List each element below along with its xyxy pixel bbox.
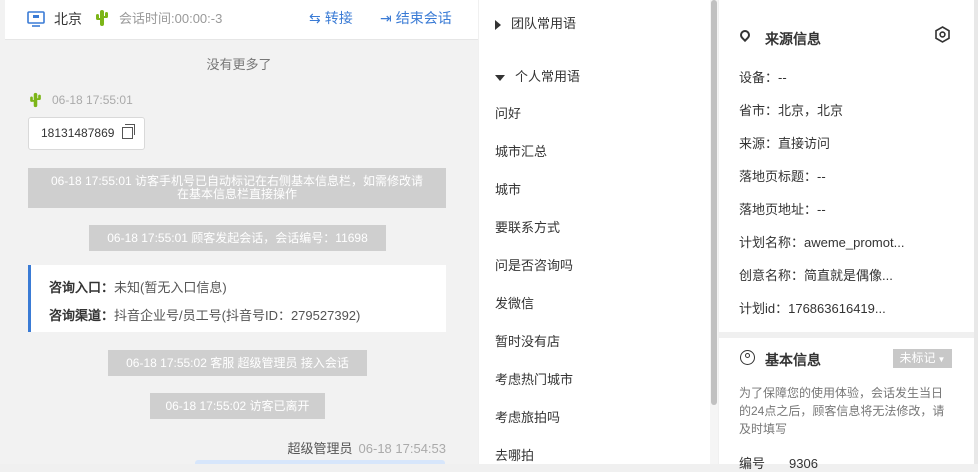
exit-icon: ⇥ bbox=[380, 10, 392, 26]
caret-down-icon bbox=[495, 74, 505, 81]
phrase-item[interactable]: 去哪拍 bbox=[495, 445, 534, 464]
landing-url-field: 落地页地址：-- bbox=[739, 202, 826, 217]
phone-message-bubble: 18131487869 bbox=[28, 117, 145, 150]
system-notice-line: 在基本信息栏直接操作 bbox=[176, 187, 297, 201]
phrase-item[interactable]: 城市汇总 bbox=[495, 141, 547, 160]
agent-name: 超级管理员 bbox=[287, 441, 353, 456]
phrase-item[interactable]: 城市 bbox=[495, 179, 521, 198]
visitor-avatar-icon bbox=[30, 92, 41, 108]
agent-message-bubble bbox=[195, 460, 445, 464]
landing-title-field: 落地页标题：-- bbox=[739, 169, 826, 184]
phone-number: 18131487869 bbox=[41, 126, 115, 140]
phrase-item[interactable]: 问是否咨询吗 bbox=[495, 255, 573, 274]
system-notice-visitor-left: 06-18 17:55:02 访客已离开 bbox=[150, 393, 325, 419]
chat-panel: 北京 会话时间:00:00:-3 ⇆ 转接 ⇥ 结束会话 没有更多了 06-18 1… bbox=[0, 0, 478, 464]
info-scrollbar[interactable] bbox=[974, 0, 978, 464]
session-time: 00:00:-3 bbox=[174, 11, 223, 26]
session-time-label: 会话时间: bbox=[119, 11, 175, 26]
system-notice-agent-joined: 06-18 17:55:02 客服 超级管理员 接入会话 bbox=[108, 350, 367, 376]
source-info-card: 来源信息 设备：-- 省市：北京，北京 来源：直接访问 落地页标题：-- 落地页… bbox=[719, 0, 974, 332]
basic-info-title: 基本信息 bbox=[765, 352, 821, 368]
end-session-label: 结束会话 bbox=[395, 10, 452, 26]
phrase-item[interactable]: 考虑旅拍吗 bbox=[495, 407, 560, 426]
transfer-label: 转接 bbox=[324, 10, 353, 26]
user-icon bbox=[740, 350, 755, 365]
phrases-scrollbar-thumb[interactable] bbox=[711, 0, 717, 405]
consult-entry-row: 咨询入口：未知(暂无入口信息) bbox=[49, 277, 227, 296]
caret-down-icon: ▼ bbox=[937, 355, 946, 364]
system-notice-phone-marked: 06-18 17:55:01 访客手机号已自动标记在右侧基本信息栏，如需修改请 … bbox=[28, 168, 446, 208]
phrase-item[interactable]: 暂时没有店 bbox=[495, 331, 560, 350]
consult-channel-row: 咨询渠道：抖音企业号/员工号(抖音号ID：279527392) bbox=[49, 305, 360, 324]
phrase-item[interactable]: 问好 bbox=[495, 103, 521, 122]
creative-name-field: 创意名称：简直就是偶像... bbox=[739, 268, 893, 283]
plan-id-field: 计划id：176863616419... bbox=[739, 301, 886, 316]
transfer-button[interactable]: ⇆ 转接 bbox=[309, 9, 353, 27]
tag-dropdown[interactable]: 未标记 ▼ bbox=[893, 349, 952, 368]
edit-deadline-note: 为了保障您的使用体验，会话发生当日的24点之后，顾客信息将无法修改，请及时填写 bbox=[739, 386, 945, 436]
province-field: 省市：北京，北京 bbox=[739, 103, 844, 118]
number-field: 编号 9306 bbox=[739, 453, 818, 472]
consult-entry-label: 咨询入口： bbox=[49, 280, 115, 295]
cactus-icon bbox=[96, 10, 108, 26]
consult-entry-value: 未知(暂无入口信息) bbox=[114, 280, 227, 295]
team-phrases-label: 团队常用语 bbox=[511, 16, 577, 31]
system-notice-session-start: 06-18 17:55:01 顾客发起会话，会话编号：11698 bbox=[89, 225, 386, 251]
agent-message-time: 06-18 17:54:53 bbox=[358, 441, 446, 456]
end-session-button[interactable]: ⇥ 结束会话 bbox=[380, 9, 452, 27]
team-phrases-group[interactable]: 团队常用语 bbox=[495, 13, 576, 32]
device-field: 设备：-- bbox=[739, 70, 787, 85]
personal-phrases-group[interactable]: 个人常用语 bbox=[495, 66, 580, 85]
visitor-city: 北京 bbox=[54, 11, 82, 27]
consult-channel-value: 抖音企业号/员工号(抖音号ID：279527392) bbox=[114, 308, 361, 323]
no-more-history[interactable]: 没有更多了 bbox=[0, 54, 478, 73]
copy-icon[interactable] bbox=[122, 124, 135, 139]
visitor-message-time: 06-18 17:55:01 bbox=[52, 93, 133, 107]
phrase-item[interactable]: 考虑热门城市 bbox=[495, 369, 573, 388]
caret-right-icon bbox=[495, 19, 501, 30]
phrase-item[interactable]: 要联系方式 bbox=[495, 217, 560, 236]
consult-info-card: 咨询入口：未知(暂无入口信息) 咨询渠道：抖音企业号/员工号(抖音号ID：279… bbox=[28, 265, 446, 332]
plan-name-field: 计划名称：aweme_promot... bbox=[739, 235, 905, 250]
transfer-icon: ⇆ bbox=[309, 10, 321, 26]
personal-phrases-label: 个人常用语 bbox=[515, 69, 581, 84]
quick-phrases-panel: 团队常用语 个人常用语 问好 城市汇总 城市 要联系方式 问是否咨询吗 发微信 … bbox=[479, 0, 718, 464]
monitor-icon bbox=[27, 11, 45, 27]
source-field: 来源：直接访问 bbox=[739, 136, 831, 151]
location-pin-icon bbox=[737, 27, 753, 43]
phrase-item[interactable]: 发微信 bbox=[495, 293, 534, 312]
source-info-title: 来源信息 bbox=[765, 31, 821, 47]
agent-message-meta: 超级管理员 06-18 17:54:53 bbox=[288, 438, 446, 457]
tag-label: 未标记 bbox=[899, 351, 936, 365]
chat-header: 北京 会话时间:00:00:-3 ⇆ 转接 ⇥ 结束会话 bbox=[5, 0, 478, 40]
settings-icon[interactable] bbox=[934, 26, 951, 43]
consult-channel-label: 咨询渠道： bbox=[49, 308, 115, 323]
